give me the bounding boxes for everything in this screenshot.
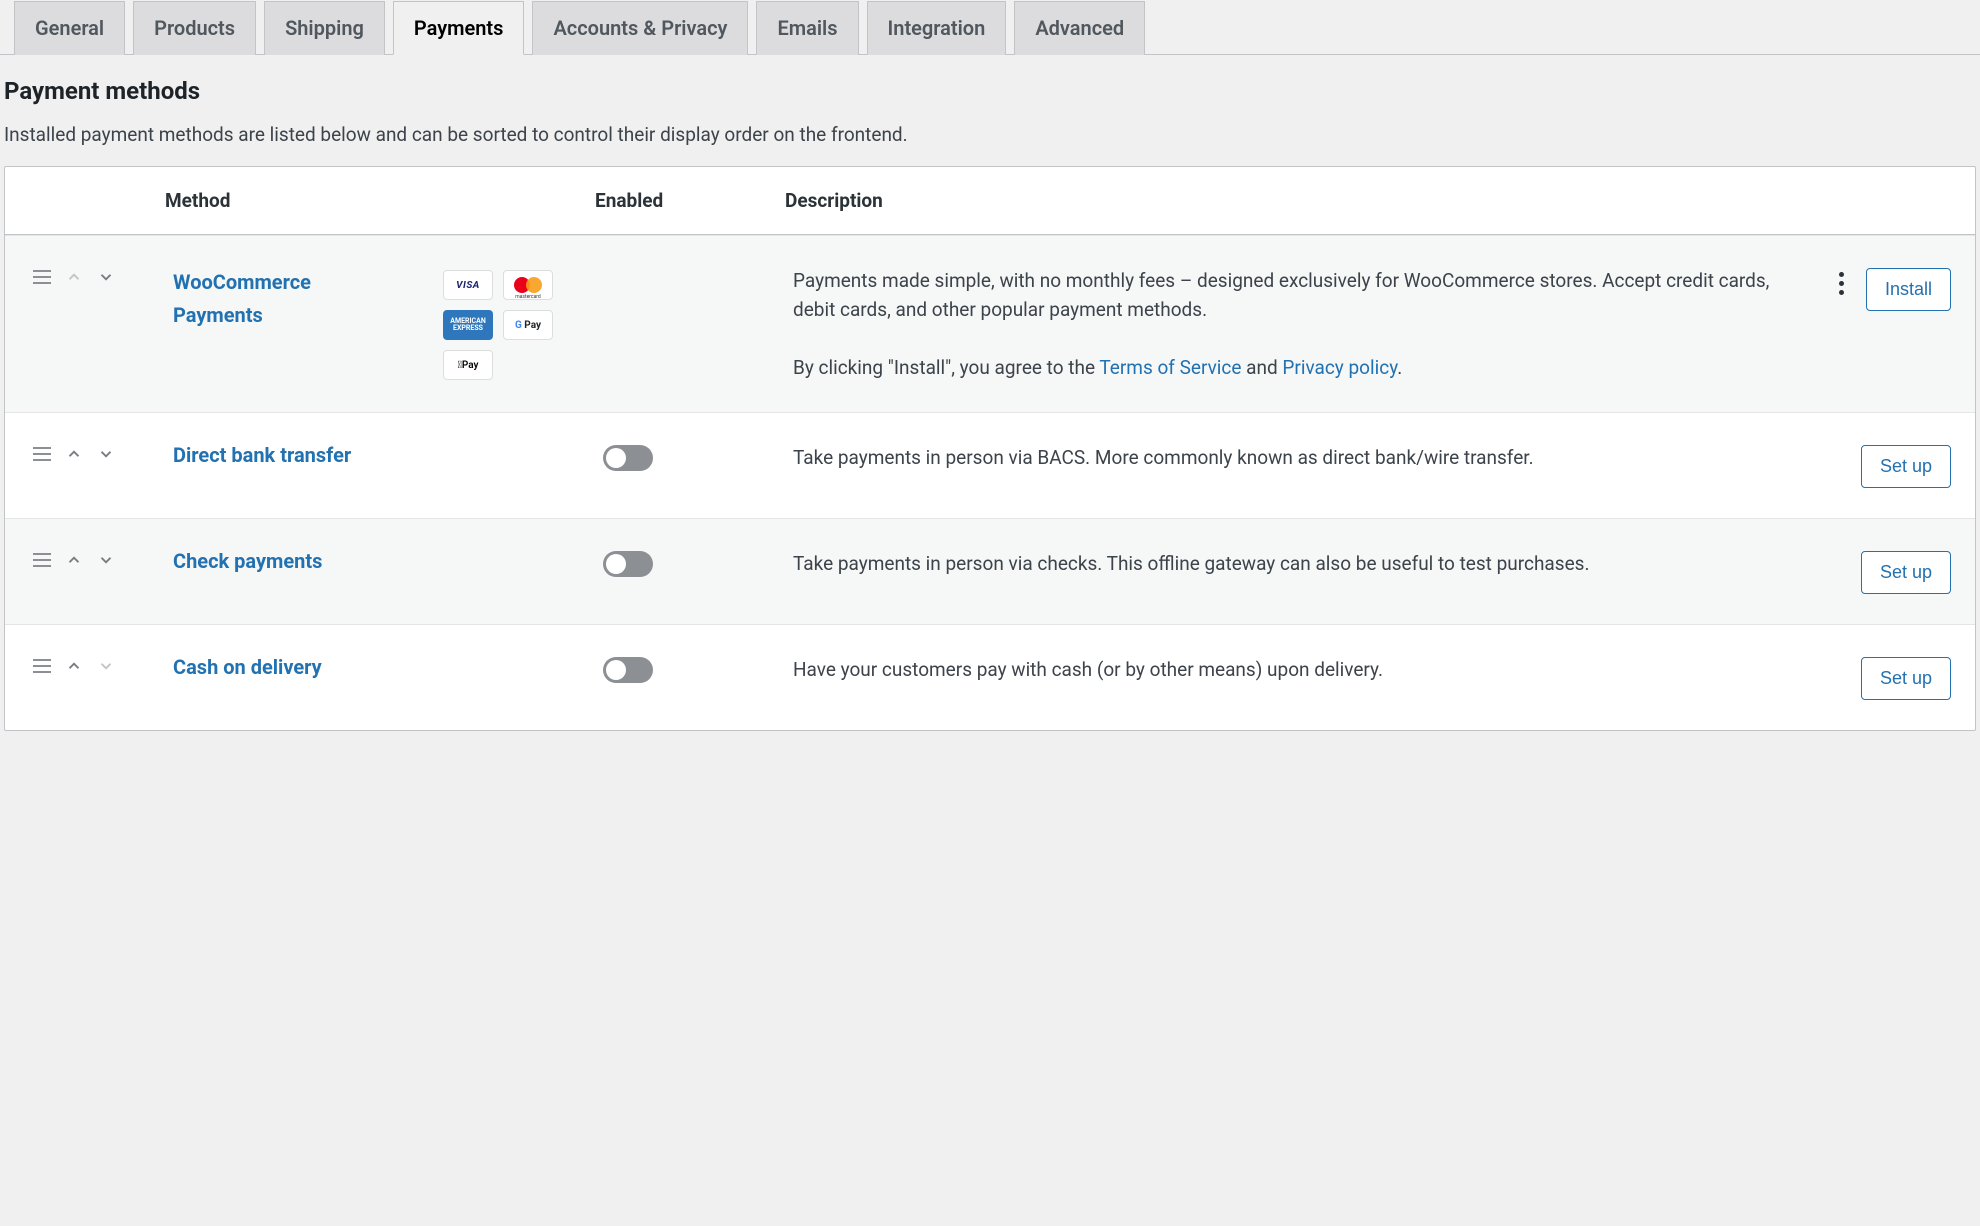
amex-icon: AMERICANEXPRESS [443,310,493,340]
drag-handle-icon[interactable] [33,447,51,461]
visa-icon: VISA [443,270,493,300]
install-button[interactable]: Install [1866,268,1951,311]
enable-toggle[interactable] [603,551,653,577]
tab-emails[interactable]: Emails [756,1,858,55]
tab-general[interactable]: General [14,1,125,55]
move-up-icon [65,268,83,286]
move-up-icon[interactable] [65,657,83,675]
drag-handle-icon[interactable] [33,553,51,567]
table-row: Cash on delivery Have your customers pay… [5,624,1975,730]
method-link-direct-bank-transfer[interactable]: Direct bank transfer [173,443,351,467]
set-up-button[interactable]: Set up [1861,445,1951,488]
tab-accounts-privacy[interactable]: Accounts & Privacy [532,1,748,55]
privacy-policy-link[interactable]: Privacy policy [1282,356,1397,379]
settings-tabs: General Products Shipping Payments Accou… [0,0,1980,55]
terms-of-service-link[interactable]: Terms of Service [1099,356,1241,379]
move-up-icon[interactable] [65,445,83,463]
method-description: Payments made simple, with no monthly fe… [793,269,1769,321]
move-down-icon[interactable] [97,268,115,286]
tab-products[interactable]: Products [133,1,256,55]
enable-toggle[interactable] [603,445,653,471]
move-down-icon [97,657,115,675]
payment-methods-table: Method Enabled Description WooCommerce P… [4,166,1976,731]
method-link-check-payments[interactable]: Check payments [173,549,322,573]
google-pay-icon: G Pay [503,310,553,340]
set-up-button[interactable]: Set up [1861,551,1951,594]
tab-integration[interactable]: Integration [867,1,1007,55]
tab-advanced[interactable]: Advanced [1014,1,1145,55]
move-down-icon[interactable] [97,551,115,569]
method-link-woocommerce-payments[interactable]: WooCommerce Payments [173,270,311,327]
column-description: Description [785,167,1795,234]
table-row: Check payments Take payments in person v… [5,518,1975,624]
column-method: Method [165,167,595,234]
drag-handle-icon[interactable] [33,659,51,673]
method-description: Take payments in person via BACS. More c… [793,446,1534,469]
mastercard-icon: mastercard [503,270,553,300]
table-row: WooCommerce Payments VISA mastercard AME… [5,235,1975,412]
method-description: Have your customers pay with cash (or by… [793,658,1383,681]
payment-badges: VISA mastercard AMERICANEXPRESS G Pay P… [443,270,587,380]
apple-pay-icon: Pay [443,350,493,380]
enable-toggle[interactable] [603,657,653,683]
tab-shipping[interactable]: Shipping [264,1,385,55]
page-description: Installed payment methods are listed bel… [4,123,1976,146]
tab-payments[interactable]: Payments [393,1,525,55]
page-title: Payment methods [4,77,1976,105]
column-enabled: Enabled [595,167,785,234]
method-description: Take payments in person via checks. This… [793,552,1589,575]
set-up-button[interactable]: Set up [1861,657,1951,700]
table-row: Direct bank transfer Take payments in pe… [5,412,1975,518]
drag-handle-icon[interactable] [33,270,51,284]
move-up-icon[interactable] [65,551,83,569]
more-options-icon[interactable] [1835,268,1848,299]
move-down-icon[interactable] [97,445,115,463]
method-link-cash-on-delivery[interactable]: Cash on delivery [173,655,322,679]
